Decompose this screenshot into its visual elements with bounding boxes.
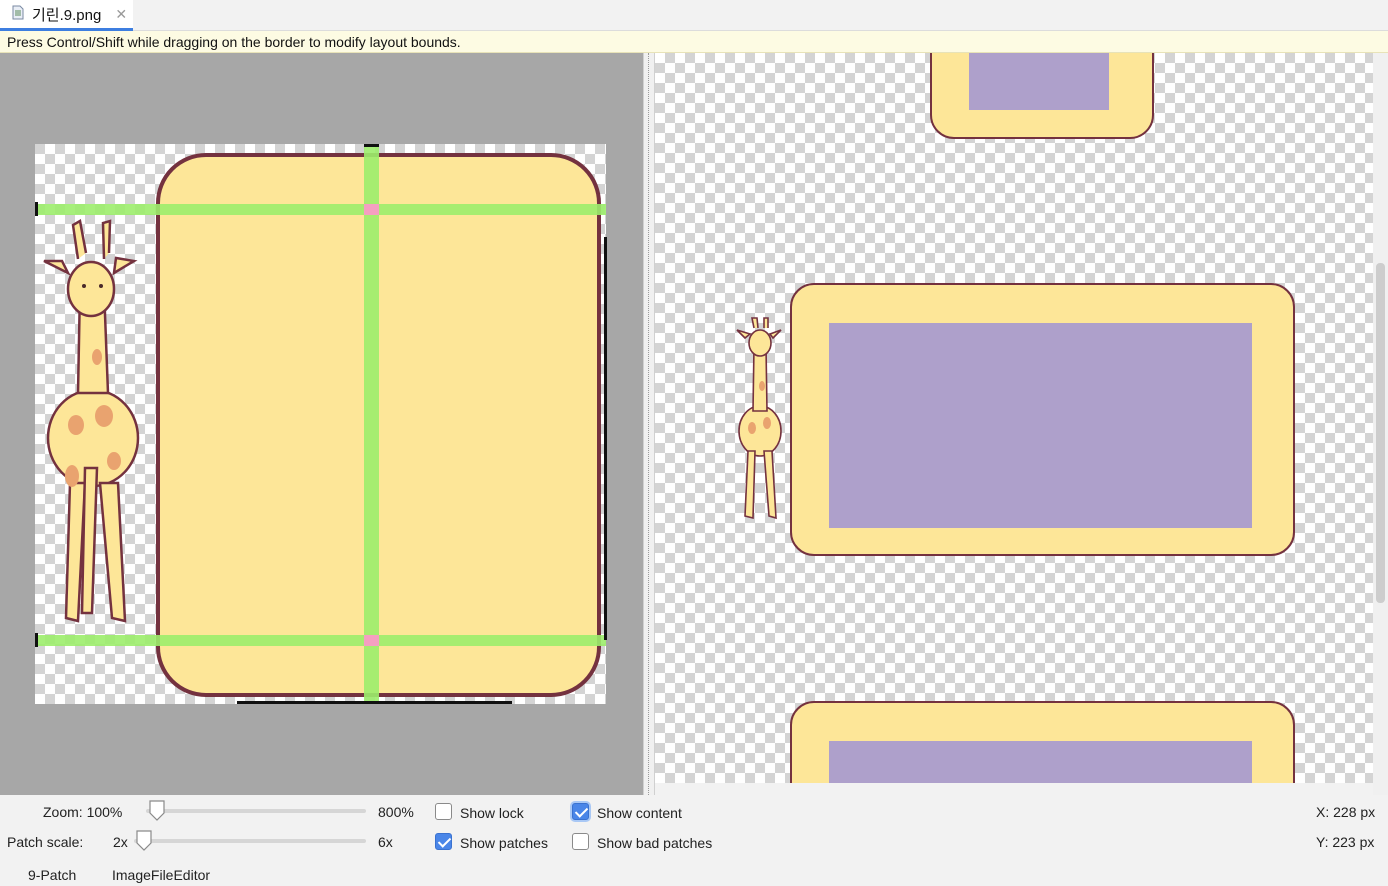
- ninepatch-editor-canvas[interactable]: [0, 53, 643, 795]
- stretch-marker-left-bottom: [35, 633, 38, 647]
- zoom-label: Zoom: 100%: [43, 804, 123, 820]
- file-icon: [12, 5, 24, 23]
- patch-intersection-bottom: [364, 635, 379, 646]
- content-marker-bottom: [237, 701, 512, 704]
- show-patches-label[interactable]: Show patches: [460, 835, 548, 851]
- ninepatch-image[interactable]: [0, 53, 643, 795]
- preview-content-area: [829, 741, 1252, 783]
- x-coordinate-readout: X: 228 px: [1316, 804, 1376, 820]
- stretch-marker-left-top: [35, 202, 38, 216]
- preview-content-area: [829, 323, 1252, 528]
- file-tab[interactable]: 기린.9.png ✕: [0, 0, 133, 31]
- patch-scale-slider-thumb[interactable]: [135, 829, 153, 851]
- file-tab-label: 기린.9.png: [32, 6, 102, 24]
- show-bad-patches-checkbox[interactable]: [572, 833, 589, 850]
- hint-bar: Press Control/Shift while dragging on th…: [0, 31, 1388, 53]
- scrollbar-thumb[interactable]: [1376, 263, 1385, 603]
- preview-panel-vertical: [930, 53, 1154, 139]
- preview-giraffe-illustration: [736, 317, 782, 520]
- preview-footer-gap: [655, 783, 1373, 795]
- show-lock-label[interactable]: Show lock: [460, 805, 524, 821]
- patch-scale-label: Patch scale:: [7, 834, 84, 850]
- patch-intersection-top: [364, 204, 379, 215]
- preview-vertical-scrollbar[interactable]: [1373, 53, 1388, 795]
- zoom-max-label: 800%: [378, 804, 414, 820]
- show-lock-checkbox[interactable]: [435, 803, 452, 820]
- show-content-label[interactable]: Show content: [597, 805, 682, 821]
- tab-image-file-editor[interactable]: ImageFileEditor: [112, 867, 210, 883]
- show-content-checkbox[interactable]: [572, 803, 589, 820]
- patch-guide-top: [35, 204, 606, 215]
- preview-panel-horizontal: [790, 283, 1295, 556]
- close-icon[interactable]: ✕: [115, 6, 127, 23]
- preview-content-area: [969, 53, 1109, 110]
- editor-tab-bar: 기린.9.png ✕: [0, 0, 1388, 31]
- pane-splitter[interactable]: [643, 53, 655, 795]
- show-patches-checkbox[interactable]: [435, 833, 452, 850]
- content-marker-right: [604, 237, 607, 640]
- zoom-slider-thumb[interactable]: [148, 799, 166, 821]
- patch-scale-slider-track[interactable]: [134, 839, 366, 843]
- preview-panel-both: [790, 701, 1295, 783]
- patch-guide-vertical: [364, 146, 379, 702]
- tab-9-patch[interactable]: 9-Patch: [28, 867, 76, 883]
- patch-scale-min-label: 2x: [113, 834, 128, 850]
- patch-scale-max-label: 6x: [378, 834, 393, 850]
- patch-guide-bottom: [35, 635, 606, 646]
- ninepatch-controls: Zoom: 100% 800% Patch scale: 2x 6x Show …: [0, 795, 1388, 886]
- stretch-marker-top: [364, 144, 379, 147]
- stretch-preview: [655, 53, 1373, 783]
- show-bad-patches-label[interactable]: Show bad patches: [597, 835, 712, 851]
- zoom-slider-track[interactable]: [146, 809, 366, 813]
- y-coordinate-readout: Y: 223 px: [1316, 834, 1375, 850]
